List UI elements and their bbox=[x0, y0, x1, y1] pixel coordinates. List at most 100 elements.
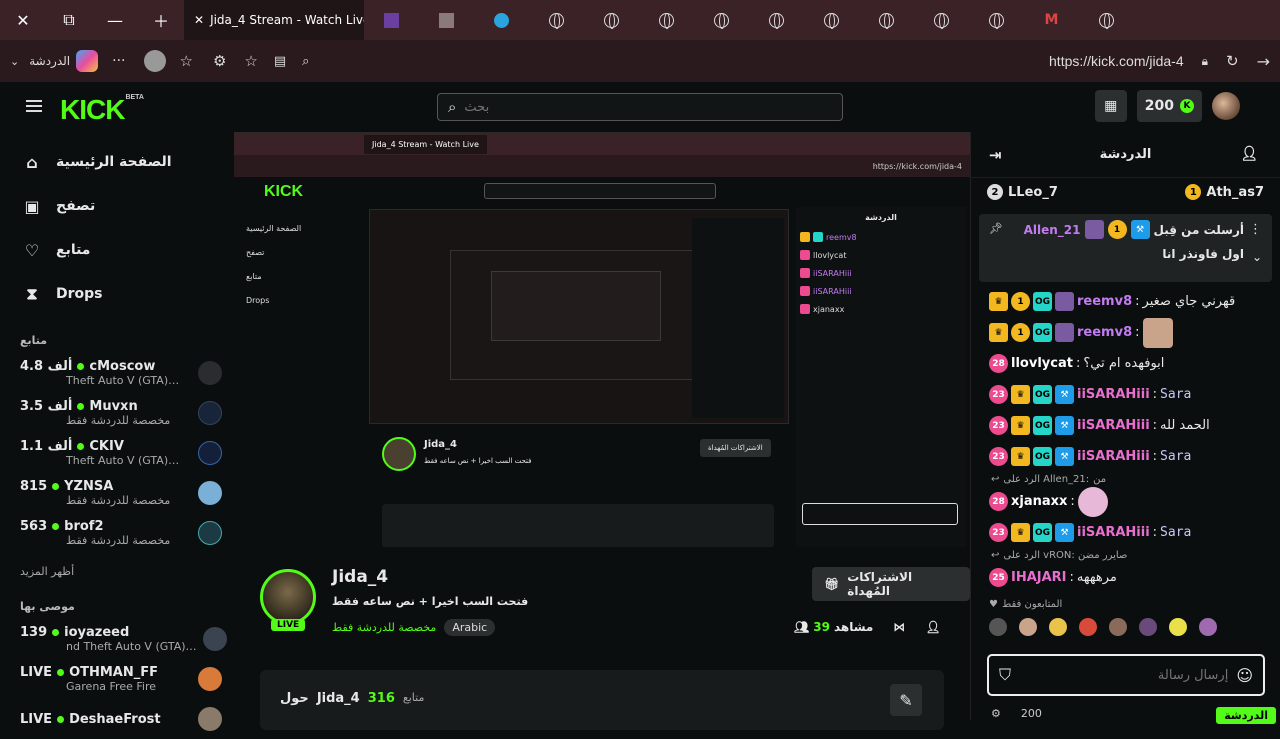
tab-web-4[interactable] bbox=[694, 0, 749, 40]
copilot-icon[interactable] bbox=[76, 50, 99, 72]
sidebar-channel-yznsa[interactable]: 815 YZNSA مخصصة للدردشة فقط bbox=[4, 473, 234, 513]
chat-username[interactable]: iiSARAHiii bbox=[1077, 387, 1150, 402]
sidebar-channel-muvxn[interactable]: 3.5 ألف Muvxn مخصصة للدردشة فقط bbox=[4, 393, 234, 433]
new-tab-icon[interactable]: ＋ bbox=[138, 0, 184, 40]
more-options-icon[interactable]: ⋮ bbox=[1249, 222, 1262, 237]
chat-message[interactable]: 25 IHAJARI: مرهههه bbox=[989, 562, 1270, 593]
nav-browse[interactable]: ▣ تصفح bbox=[4, 184, 234, 228]
edit-button[interactable]: ✎ bbox=[890, 684, 922, 716]
chat-input-box[interactable]: ⛉ ☺ bbox=[987, 654, 1265, 696]
sidebar-channel-cmoscow[interactable]: 4.8 ألف cMoscow Theft Auto V (GTA)… bbox=[4, 353, 234, 393]
chat-username[interactable]: llovlycat bbox=[1011, 356, 1073, 371]
stream-category[interactable]: مخصصة للدردشة فقط bbox=[332, 621, 436, 634]
workspace-icon[interactable]: ⧉ bbox=[46, 0, 92, 40]
sidebar-channel-deshaefrost[interactable]: LIVE DeshaeFrost bbox=[4, 699, 234, 739]
sidebar-channel-ioyazeed[interactable]: 139 ioyazeed nd Theft Auto V (GTA)… bbox=[4, 619, 234, 659]
menu-icon[interactable] bbox=[26, 100, 42, 112]
tab-web-2[interactable] bbox=[584, 0, 639, 40]
tab-web-6[interactable] bbox=[804, 0, 859, 40]
emote-icon[interactable] bbox=[1019, 618, 1037, 636]
nav-home[interactable]: ⌂ الصفحة الرئيسية bbox=[4, 140, 234, 184]
profile-icon[interactable] bbox=[143, 50, 166, 72]
emote-icon[interactable] bbox=[1139, 618, 1157, 636]
chevron-down-icon[interactable]: ⌄ bbox=[10, 55, 19, 68]
chat-message[interactable]: 23 ♛ OG ⚒ iiSARAHiii: Sara bbox=[989, 441, 1270, 472]
chat-input[interactable] bbox=[1019, 667, 1229, 683]
gifter-1[interactable]: 1 Ath_as7 bbox=[1185, 184, 1264, 200]
collapse-chat-icon[interactable]: ⇥ bbox=[989, 146, 1002, 164]
extensions-icon[interactable]: ⚙ bbox=[213, 52, 226, 70]
emoji-icon[interactable]: ☺ bbox=[1236, 666, 1253, 685]
chat-message[interactable]: ♛ 1 OG reemv8: قهرني جاي صغير bbox=[989, 286, 1270, 317]
forward-icon[interactable]: → bbox=[1257, 52, 1270, 71]
tab-telegram[interactable] bbox=[474, 0, 529, 40]
shield-icon[interactable]: ⛉ bbox=[999, 665, 1011, 685]
sidebar-channel-brof2[interactable]: 563 brof2 مخصصة للدردشة فقط bbox=[4, 513, 234, 553]
nav-drops[interactable]: ⧗ Drops bbox=[4, 272, 234, 316]
share-icon[interactable]: ⋈ bbox=[893, 620, 905, 634]
streamer-name[interactable]: Jida_4 bbox=[332, 567, 388, 587]
search-page-icon[interactable]: ⌕ bbox=[302, 54, 309, 69]
chevron-down-icon[interactable]: ⌄ bbox=[1252, 250, 1262, 264]
chat-message[interactable]: 28 llovlycat: ابوفهده ام تي؟ bbox=[989, 348, 1270, 379]
emote-icon[interactable] bbox=[1049, 618, 1067, 636]
favorites-icon[interactable]: ☆ bbox=[180, 52, 193, 70]
search-box[interactable]: ⌕ bbox=[437, 93, 843, 121]
chat-username[interactable]: iiSARAHiii bbox=[1077, 418, 1150, 433]
sidebar-channel-ckiv[interactable]: 1.1 ألف CKIV Theft Auto V (GTA)… bbox=[4, 433, 234, 473]
tab-web-10[interactable] bbox=[1079, 0, 1134, 40]
streamer-avatar[interactable] bbox=[260, 569, 316, 625]
reading-view-icon[interactable]: ▤ bbox=[274, 54, 286, 69]
tab-gmail[interactable]: M bbox=[1024, 0, 1079, 40]
show-more-link[interactable]: أظهر المزيد bbox=[4, 553, 234, 590]
url-text[interactable]: https://kick.com/jida-4 bbox=[1049, 53, 1184, 69]
emote-icon[interactable] bbox=[1079, 618, 1097, 636]
chat-users-icon[interactable]: 👤︎ bbox=[1240, 146, 1258, 162]
close-window-icon[interactable]: ✕ bbox=[0, 0, 46, 40]
chat-message[interactable]: 23 ♛ OG ⚒ iiSARAHiii: الحمد لله bbox=[989, 410, 1270, 441]
pinned-message[interactable]: ⋮ ⌄ 📌︎ Allen_21 1 ⚒ أرسلت من قِبل اول فا… bbox=[979, 214, 1272, 282]
tab-web-9[interactable] bbox=[969, 0, 1024, 40]
gift-subs-button[interactable]: 🎁︎ الاشتراكات المُهداة bbox=[812, 567, 970, 601]
chat-send-button[interactable]: الدردشة bbox=[1216, 707, 1276, 724]
add-favorite-icon[interactable]: ☆ bbox=[244, 52, 257, 70]
lock-icon[interactable]: 🔒︎ bbox=[1202, 54, 1208, 69]
emote-icon[interactable] bbox=[1199, 618, 1217, 636]
chat-username[interactable]: IHAJARI bbox=[1011, 570, 1067, 585]
search-icon[interactable]: ⌕ bbox=[448, 98, 456, 116]
copilot-label[interactable]: الدردشة bbox=[29, 54, 70, 68]
follow-user-icon[interactable]: 👤︎ bbox=[925, 620, 940, 634]
search-input[interactable] bbox=[464, 99, 832, 115]
sidebar-channel-othman[interactable]: LIVE OTHMAN_FF Garena Free Fire bbox=[4, 659, 234, 699]
chat-username[interactable]: xjanaxx bbox=[1011, 494, 1067, 509]
gifter-2[interactable]: 2 LLeo_7 bbox=[987, 184, 1058, 200]
active-tab[interactable]: ✕ Jida_4 Stream - Watch Live K bbox=[184, 0, 364, 40]
tab-web-3[interactable] bbox=[639, 0, 694, 40]
user-avatar[interactable] bbox=[1212, 92, 1240, 120]
dashboard-button[interactable]: ▦ bbox=[1094, 90, 1127, 122]
refresh-icon[interactable]: ↻ bbox=[1226, 52, 1239, 70]
tab-image[interactable] bbox=[419, 0, 474, 40]
chat-username[interactable]: iiSARAHiii bbox=[1077, 449, 1150, 464]
emote-icon[interactable] bbox=[1169, 618, 1187, 636]
emote-icon[interactable] bbox=[1109, 618, 1127, 636]
chat-message[interactable]: 23 ♛ OG ⚒ iiSARAHiii: Sara bbox=[989, 517, 1270, 548]
nav-following[interactable]: ♡ متابع bbox=[4, 228, 234, 272]
emote-icon[interactable] bbox=[989, 618, 1007, 636]
chat-username[interactable]: reemv8 bbox=[1077, 294, 1132, 309]
close-tab-icon[interactable]: ✕ bbox=[194, 13, 204, 27]
tab-web-8[interactable] bbox=[914, 0, 969, 40]
language-tag[interactable]: Arabic bbox=[444, 619, 496, 636]
chat-message[interactable]: 28 xjanaxx: bbox=[989, 486, 1270, 517]
kick-logo[interactable]: KICKBETA bbox=[60, 94, 144, 126]
chat-message[interactable]: ♛ 1 OG reemv8: bbox=[989, 317, 1270, 348]
tab-twitch[interactable] bbox=[364, 0, 419, 40]
tab-web-5[interactable] bbox=[749, 0, 804, 40]
video-player[interactable]: Jida_4 Stream - Watch Live https://kick.… bbox=[234, 132, 970, 547]
points-button[interactable]: 200 K bbox=[1136, 90, 1202, 122]
settings-icon[interactable]: ⚙ bbox=[991, 707, 1001, 720]
tab-web-7[interactable] bbox=[859, 0, 914, 40]
tab-web-1[interactable] bbox=[529, 0, 584, 40]
chat-message[interactable]: 23 ♛ OG ⚒ iiSARAHiii: Sara bbox=[989, 379, 1270, 410]
more-icon[interactable]: ··· bbox=[112, 53, 125, 69]
